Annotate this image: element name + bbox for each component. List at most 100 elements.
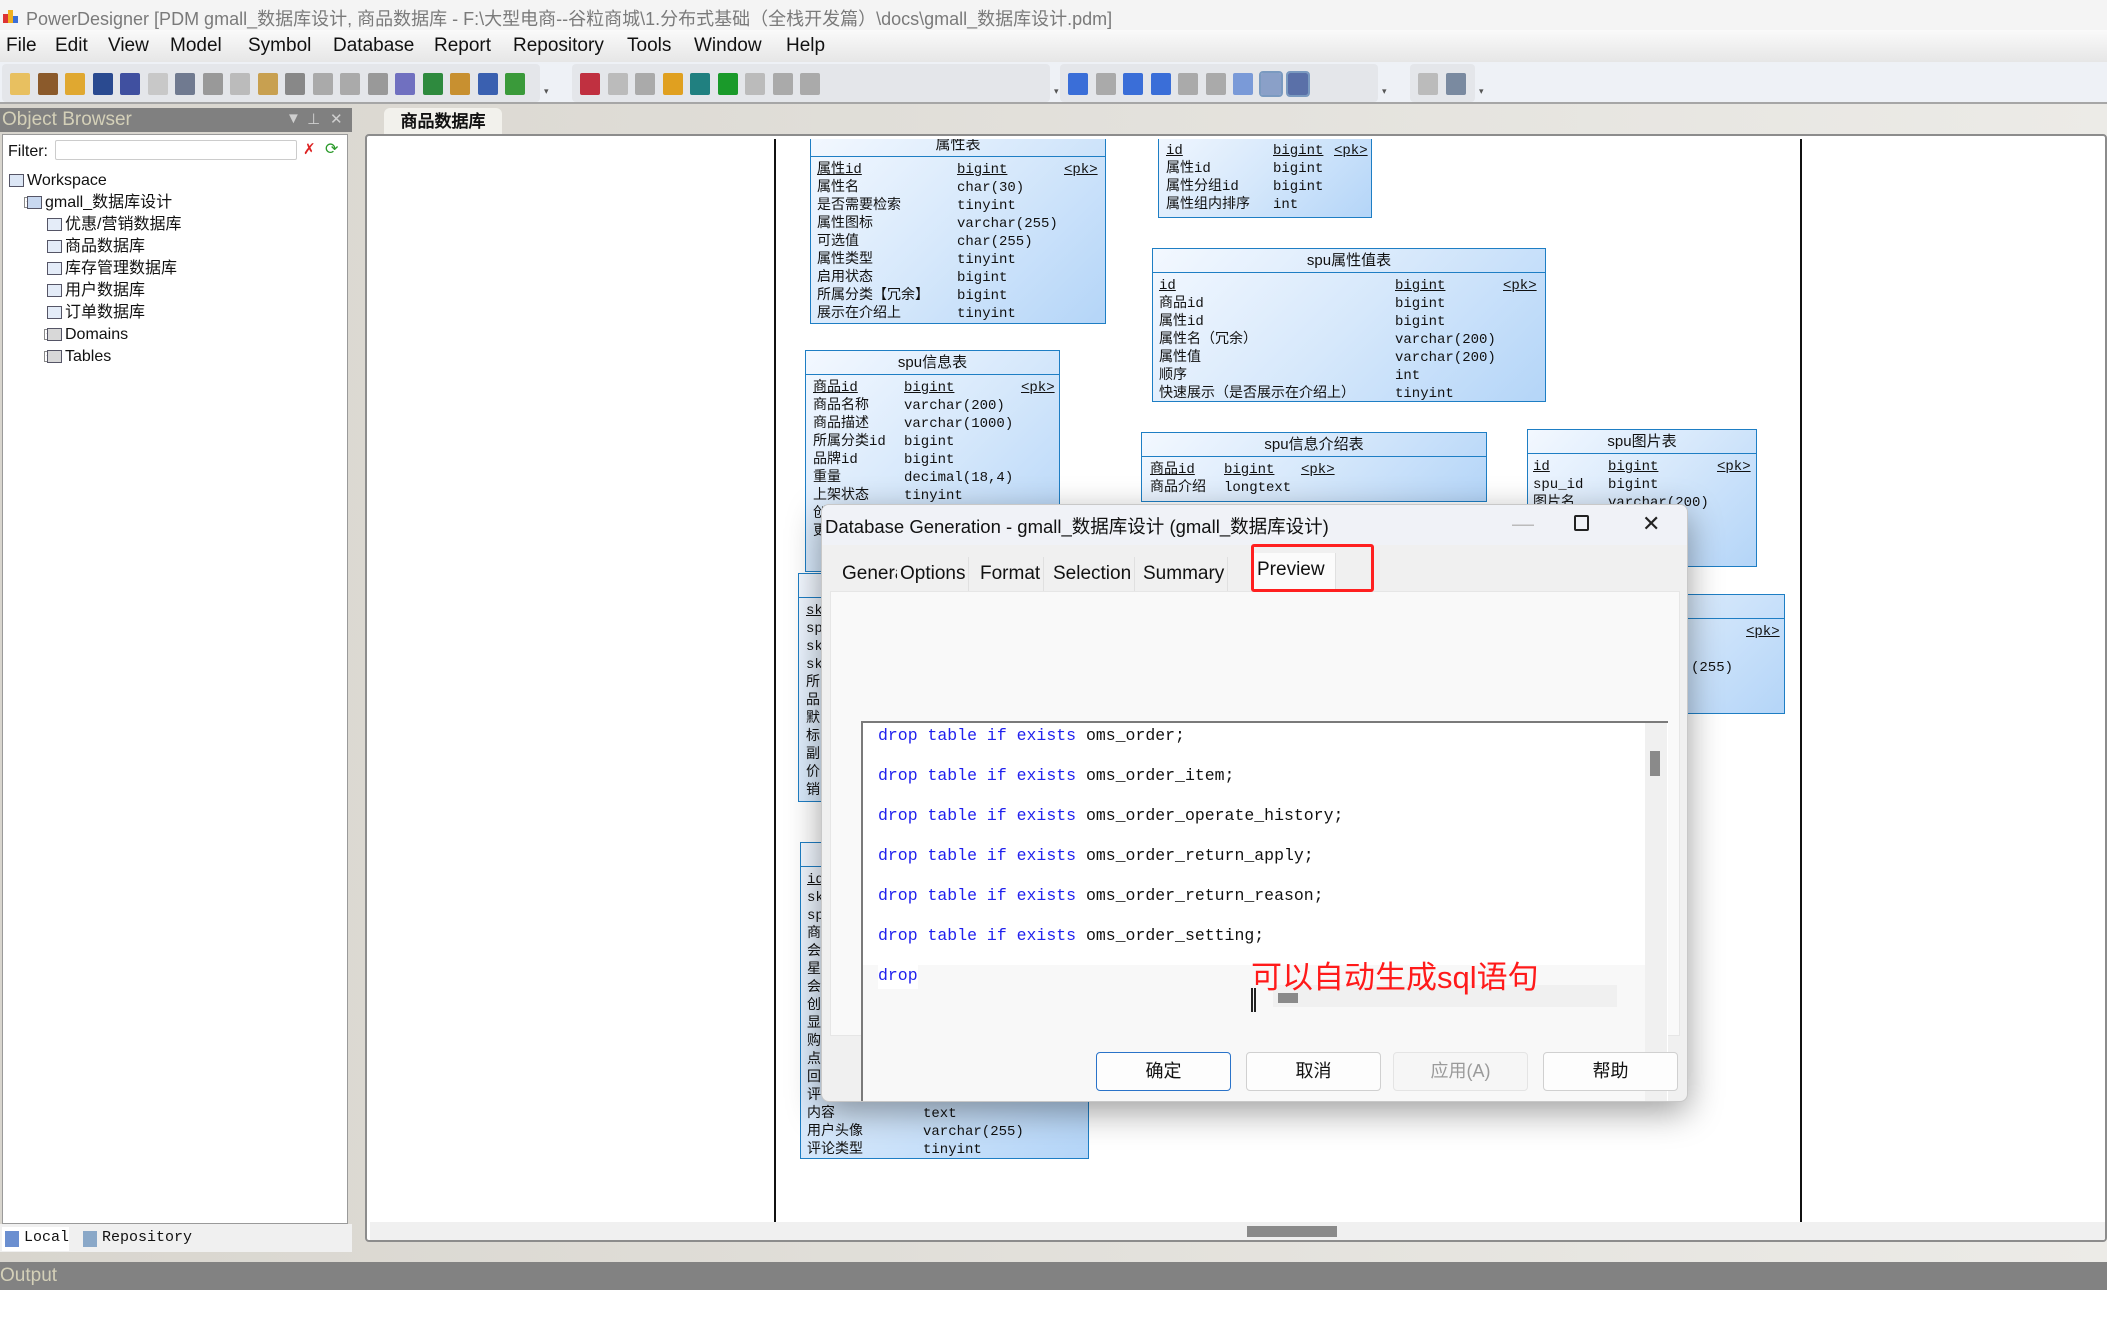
menu-view[interactable]: View — [108, 35, 149, 57]
entity-table[interactable]: spu信息介绍表 商品id bigint <pk> 商品介绍 longtext — [1141, 432, 1487, 502]
tab-summary[interactable]: Summary — [1140, 557, 1229, 591]
minimize-icon[interactable]: — — [1512, 511, 1534, 537]
close-icon[interactable]: ✕ — [330, 110, 343, 128]
apply-button[interactable]: 应用(A) — [1393, 1052, 1528, 1091]
grid-icon[interactable] — [1286, 71, 1310, 97]
tree-item-folder[interactable]: Domains — [65, 325, 128, 345]
tab-selection[interactable]: Selection — [1050, 557, 1136, 591]
pin-icon[interactable]: ⊥ — [307, 110, 320, 128]
import-icon[interactable] — [450, 73, 470, 95]
ok-button[interactable]: 确定 — [1096, 1052, 1231, 1091]
menu-tools[interactable]: Tools — [627, 35, 671, 57]
horizontal-scrollbar[interactable] — [370, 1222, 2105, 1240]
filter-input[interactable] — [55, 140, 297, 160]
save-icon[interactable] — [92, 73, 113, 95]
tree-item-folder[interactable]: Tables — [65, 347, 111, 367]
print-icon[interactable] — [175, 73, 195, 95]
package-icon[interactable] — [1123, 73, 1143, 95]
shadow-icon[interactable] — [607, 73, 628, 95]
back-icon[interactable] — [772, 73, 793, 95]
column-name: 创 — [807, 998, 821, 1014]
entity-icon[interactable] — [1205, 73, 1226, 95]
entity-table[interactable]: 属性表 属性id bigint <pk> 属性名 char(30) 是否需要检索 tinyin… — [810, 139, 1106, 324]
copy-icon[interactable] — [230, 73, 250, 95]
toolbar-overflow-icon[interactable]: ▾ — [1479, 86, 1484, 97]
forward-icon[interactable] — [800, 73, 820, 95]
align-icon[interactable] — [745, 73, 765, 95]
open-icon[interactable] — [65, 73, 85, 95]
filter-label: Filter: — [8, 143, 48, 160]
tree-item-diagram[interactable]: 用户数据库 — [65, 281, 145, 301]
reverse-icon[interactable] — [477, 73, 498, 95]
menu-symbol[interactable]: Symbol — [248, 35, 311, 57]
scrollbar-thumb[interactable] — [1247, 1226, 1337, 1237]
fill-icon[interactable] — [690, 73, 710, 95]
tab-format[interactable]: Format — [977, 557, 1045, 591]
maximize-icon[interactable] — [1574, 515, 1589, 531]
menu-model[interactable]: Model — [170, 35, 222, 57]
help-button[interactable]: 帮助 — [1543, 1052, 1678, 1091]
toolbar-overflow-icon[interactable]: ▾ — [1054, 86, 1059, 97]
tree-item-diagram[interactable]: 商品数据库 — [65, 237, 145, 257]
refresh-icon[interactable] — [505, 73, 525, 95]
printer-icon[interactable] — [1445, 73, 1466, 95]
zoom-icon[interactable] — [1418, 73, 1438, 95]
close-icon[interactable]: ✕ — [1642, 511, 1660, 537]
tab-product-database[interactable]: 商品数据库 — [384, 108, 502, 136]
tree-item-diagram[interactable]: 优惠/营销数据库 — [65, 215, 181, 235]
font-icon[interactable] — [717, 73, 738, 95]
object-browser-tabs: Local Repository — [0, 1224, 352, 1252]
tab-local[interactable]: Local — [2, 1227, 70, 1251]
toolbar-overflow-icon[interactable]: ▾ — [1382, 86, 1387, 97]
check-model-icon[interactable] — [580, 73, 600, 95]
print-preview-icon[interactable] — [147, 73, 168, 95]
diagram-icon[interactable] — [1068, 73, 1088, 95]
pen-icon[interactable] — [662, 73, 683, 95]
diagram-icon — [47, 284, 62, 297]
entity-table[interactable]: id bigint <pk> 属性id bigint 属性分组id bigint 属性组内排序… — [1158, 139, 1372, 218]
new-icon[interactable] — [10, 73, 30, 95]
new-model-icon[interactable] — [422, 73, 443, 95]
tree-item-model[interactable]: gmall_数据库设计 — [45, 193, 172, 213]
menu-help[interactable]: Help — [786, 35, 825, 57]
tab-repository[interactable]: Repository — [80, 1227, 192, 1251]
cut-icon[interactable] — [202, 73, 223, 95]
dropdown-icon[interactable]: ▼ — [286, 110, 301, 127]
menu-report[interactable]: Report — [434, 35, 491, 57]
tree-item-diagram[interactable]: 库存管理数据库 — [65, 259, 177, 279]
cancel-button[interactable]: 取消 — [1246, 1052, 1381, 1091]
link-icon[interactable] — [1178, 73, 1198, 95]
menu-edit[interactable]: Edit — [55, 35, 88, 57]
column-name: 可选值 — [817, 234, 859, 250]
help-icon[interactable] — [395, 73, 415, 95]
menu-database[interactable]: Database — [333, 35, 414, 57]
redo-icon[interactable] — [340, 73, 360, 95]
menu-window[interactable]: Window — [694, 35, 762, 57]
save-all-icon[interactable] — [120, 73, 140, 95]
delete-icon[interactable] — [285, 73, 305, 95]
output-icon[interactable] — [1258, 71, 1283, 97]
toolbar-overflow-icon[interactable]: ▾ — [544, 86, 549, 97]
column-type: tinyint — [957, 306, 1016, 322]
tab-options[interactable]: Options — [897, 557, 970, 591]
clear-filter-icon[interactable]: ✗ — [303, 140, 316, 158]
refresh-icon[interactable]: ⟳ — [325, 139, 338, 159]
open-project-icon[interactable] — [37, 73, 58, 95]
tree-item-diagram[interactable]: 订单数据库 — [65, 303, 145, 323]
find-icon[interactable] — [1233, 73, 1253, 95]
menu-file[interactable]: File — [6, 35, 37, 57]
tree-item-workspace[interactable]: Workspace — [27, 171, 107, 191]
sql-preview-editor[interactable]: drop table if exists oms_order; drop tabl… — [861, 721, 1668, 1101]
paste-icon[interactable] — [257, 73, 278, 95]
menu-repository[interactable]: Repository — [513, 35, 604, 57]
text-icon[interactable] — [635, 73, 655, 95]
table-title: spu图片表 — [1528, 430, 1756, 454]
properties-icon[interactable] — [367, 73, 388, 95]
undo-icon[interactable] — [312, 73, 333, 95]
object-icon[interactable] — [1095, 73, 1116, 95]
vertical-scrollbar[interactable] — [1645, 723, 1667, 1101]
column-name: 内容 — [807, 1106, 835, 1122]
entity-table[interactable]: spu属性值表 id bigint <pk> 商品id bigint 属性id bigint 属… — [1152, 248, 1546, 402]
scrollbar-thumb[interactable] — [1650, 751, 1660, 776]
list-icon[interactable] — [1150, 73, 1171, 95]
